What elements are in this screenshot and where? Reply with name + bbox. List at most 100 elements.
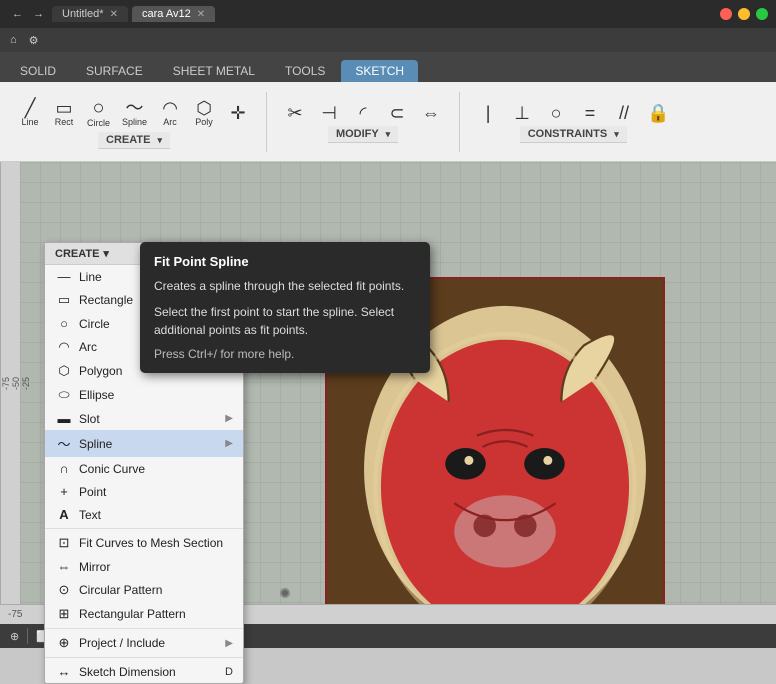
- dropdown-divider-3: [45, 657, 243, 658]
- origin-indicator: [280, 588, 290, 598]
- ribbon-move-btn[interactable]: ✛: [222, 100, 254, 126]
- arc-item-icon: ◠: [55, 339, 73, 355]
- close-icon-2[interactable]: ✕: [197, 9, 205, 20]
- equal-icon: =: [585, 104, 596, 122]
- dropdown-divider-2: [45, 628, 243, 629]
- dropdown-point[interactable]: + Point: [45, 480, 243, 503]
- ribbon-parallel-btn[interactable]: //: [608, 100, 640, 126]
- ribbon-offset-btn[interactable]: ⊂: [381, 100, 413, 126]
- dropdown-ellipse[interactable]: ⬭ Ellipse: [45, 383, 243, 407]
- circular-pattern-item-icon: ⊙: [55, 582, 73, 598]
- dropdown-header-label: CREATE: [55, 248, 99, 260]
- dropdown-rectangle-label: Rectangle: [79, 293, 133, 307]
- ribbon-fix-btn[interactable]: |: [472, 100, 504, 126]
- tab-cara-label: cara Av12: [142, 8, 191, 20]
- ribbon-polygon-btn[interactable]: ⬡ Poly: [188, 95, 220, 131]
- dropdown-line-label: Line: [79, 270, 102, 284]
- window-close-button[interactable]: [720, 8, 732, 20]
- slot-item-icon: ▬: [55, 411, 73, 426]
- modify-label: MODIFY: [336, 128, 379, 140]
- dropdown-fit-curves[interactable]: ⊡ Fit Curves to Mesh Section: [45, 531, 243, 555]
- polygon-icon: ⬡: [196, 99, 212, 117]
- create-arrow-icon: ▾: [158, 135, 163, 145]
- ribbon-trim-btn[interactable]: ✂: [279, 100, 311, 126]
- ribbon-rect-btn[interactable]: ▭ Rect: [48, 95, 80, 131]
- modify-group-header[interactable]: MODIFY ▾: [328, 126, 398, 143]
- conic-item-icon: ∩: [55, 461, 73, 476]
- dropdown-polygon-label: Polygon: [79, 364, 122, 378]
- slot-arrow-icon: ▶: [225, 413, 233, 424]
- parallel-icon: //: [619, 104, 629, 122]
- fillet-icon: ◜: [360, 104, 367, 122]
- dropdown-rectangular-pattern-label: Rectangular Pattern: [79, 607, 186, 621]
- dropdown-rectangular-pattern[interactable]: ⊞ Rectangular Pattern: [45, 602, 243, 626]
- window-min-button[interactable]: [738, 8, 750, 20]
- line-item-icon: —: [55, 269, 73, 284]
- ribbon-arc-btn[interactable]: ◠ Arc: [154, 95, 186, 131]
- status-move-icon[interactable]: ⊕: [10, 630, 19, 643]
- ribbon-lock-btn[interactable]: 🔒: [642, 100, 674, 126]
- dropdown-project-include[interactable]: ⊕ Project / Include ▶: [45, 631, 243, 655]
- settings-button[interactable]: ⚙: [25, 32, 43, 49]
- ribbon-spline-btn[interactable]: 〜 Spline: [117, 95, 152, 131]
- modify-arrow-icon: ▾: [386, 129, 391, 139]
- ribbon-sep-2: [459, 92, 460, 152]
- extend-icon: ⊣: [321, 104, 337, 122]
- dropdown-fit-curves-label: Fit Curves to Mesh Section: [79, 536, 223, 550]
- circle-item-icon: ○: [55, 316, 73, 331]
- tab-untitled[interactable]: Untitled* ✕: [52, 6, 128, 22]
- sketch-dim-item-icon: ↔: [55, 664, 73, 679]
- constraints-label: CONSTRAINTS: [528, 128, 607, 140]
- ribbon-extend-btn[interactable]: ⊣: [313, 100, 345, 126]
- window-max-button[interactable]: [756, 8, 768, 20]
- fit-curves-item-icon: ⊡: [55, 535, 73, 551]
- dropdown-header-arrow: ▾: [103, 247, 109, 260]
- ribbon-circle-btn[interactable]: ○ Circle: [82, 94, 115, 132]
- rect-item-icon: ▭: [55, 292, 73, 308]
- ruler-left: -75 -50 -25: [0, 162, 20, 604]
- tab-cara[interactable]: cara Av12 ✕: [132, 6, 215, 22]
- ribbon-perpendicular-btn[interactable]: ⊥: [506, 100, 538, 126]
- top-toolbar: ⌂ ⚙: [0, 28, 776, 52]
- dropdown-spline[interactable]: 〜 Spline ▶: [45, 430, 243, 457]
- ribbon-fillet-btn[interactable]: ◜: [347, 100, 379, 126]
- status-sep-1: [27, 628, 28, 644]
- dropdown-sketch-dimension[interactable]: ↔ Sketch Dimension D: [45, 660, 243, 683]
- constraints-group-header[interactable]: CONSTRAINTS ▾: [520, 126, 627, 143]
- ellipse-item-icon: ⬭: [55, 387, 73, 403]
- redo-button[interactable]: →: [29, 6, 48, 22]
- arc-icon: ◠: [162, 99, 178, 117]
- home-button[interactable]: ⌂: [6, 32, 21, 48]
- dropdown-circular-pattern[interactable]: ⊙ Circular Pattern: [45, 578, 243, 602]
- dropdown-slot[interactable]: ▬ Slot ▶: [45, 407, 243, 430]
- tooltip-title: Fit Point Spline: [154, 254, 416, 269]
- lock-icon: 🔒: [647, 104, 669, 122]
- ruler-left-mark-3: -25: [21, 377, 31, 390]
- tab-sheet-metal[interactable]: SHEET METAL: [159, 60, 269, 82]
- tab-tools[interactable]: TOOLS: [271, 60, 339, 82]
- perpendicular-icon: ⊥: [514, 104, 530, 122]
- close-icon[interactable]: ✕: [110, 9, 118, 20]
- dropdown-mirror[interactable]: ⇔ Mirror: [45, 555, 243, 578]
- ribbon-mirror-btn[interactable]: ⇔: [415, 100, 447, 126]
- dropdown-ellipse-label: Ellipse: [79, 388, 114, 402]
- modify-group: ✂ ⊣ ◜ ⊂ ⇔ MODIFY ▾: [273, 96, 453, 147]
- tooltip-step: Select the first point to start the spli…: [154, 303, 416, 339]
- tooltip-description: Creates a spline through the selected fi…: [154, 277, 416, 295]
- dropdown-text[interactable]: A Text: [45, 503, 243, 526]
- main-area: -75 -50 -25 -75 -50 -25 CREATE ▾ — Line …: [0, 162, 776, 624]
- ribbon-equal-btn[interactable]: =: [574, 100, 606, 126]
- tab-solid[interactable]: SOLID: [6, 60, 70, 82]
- polygon-item-icon: ⬡: [55, 363, 73, 379]
- rect-icon: ▭: [55, 99, 72, 117]
- tab-surface[interactable]: SURFACE: [72, 60, 157, 82]
- ribbon-line-btn[interactable]: ╱ Line: [14, 95, 46, 131]
- ribbon-rect-label: Rect: [55, 117, 74, 127]
- dropdown-text-label: Text: [79, 508, 101, 522]
- dropdown-slot-label: Slot: [79, 412, 100, 426]
- tab-sketch[interactable]: SKETCH: [341, 60, 418, 82]
- create-group-header[interactable]: CREATE ▾: [98, 132, 170, 149]
- dropdown-conic[interactable]: ∩ Conic Curve: [45, 457, 243, 480]
- undo-button[interactable]: ←: [8, 6, 27, 22]
- ribbon-circle2-btn[interactable]: ○: [540, 100, 572, 126]
